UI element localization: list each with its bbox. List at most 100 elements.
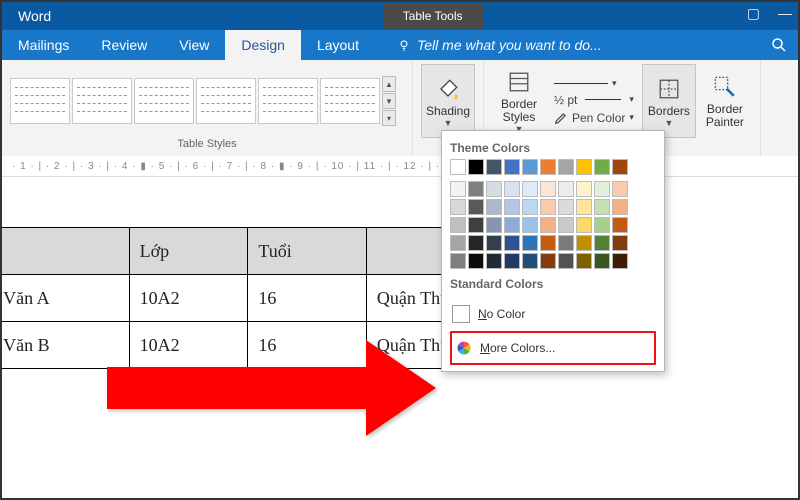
table-cell[interactable]: Tuổi xyxy=(248,228,367,275)
title-bar: Word Table Tools ▢ — xyxy=(2,2,798,30)
search-icon xyxy=(770,36,788,54)
chevron-down-icon[interactable]: ▼ xyxy=(382,93,396,109)
color-swatch[interactable] xyxy=(612,159,628,175)
color-swatch[interactable] xyxy=(594,159,610,175)
color-swatch[interactable] xyxy=(558,253,574,269)
table-style-thumb[interactable] xyxy=(258,78,318,124)
table-style-thumb[interactable] xyxy=(196,78,256,124)
color-swatch[interactable] xyxy=(468,181,484,197)
color-swatch[interactable] xyxy=(540,181,556,197)
color-swatch[interactable] xyxy=(558,235,574,251)
color-swatch[interactable] xyxy=(468,253,484,269)
color-swatch[interactable] xyxy=(522,199,538,215)
chevron-down-icon: ▼ xyxy=(664,118,673,128)
color-swatch[interactable] xyxy=(576,159,592,175)
color-swatch[interactable] xyxy=(522,235,538,251)
pen-color-button[interactable]: Pen Color▾ xyxy=(554,111,634,125)
color-swatch[interactable] xyxy=(540,159,556,175)
color-swatch[interactable] xyxy=(450,181,466,197)
color-swatch[interactable] xyxy=(594,199,610,215)
more-colors-item[interactable]: More Colors... xyxy=(450,331,656,365)
color-swatch[interactable] xyxy=(576,181,592,197)
table-style-thumb[interactable] xyxy=(72,78,132,124)
search-button[interactable] xyxy=(760,30,798,60)
tab-layout[interactable]: Layout xyxy=(301,30,375,60)
table-style-thumb[interactable] xyxy=(134,78,194,124)
color-swatch[interactable] xyxy=(486,253,502,269)
color-swatch[interactable] xyxy=(576,217,592,233)
table-cell[interactable]: Lớp xyxy=(129,228,248,275)
table-style-thumb[interactable] xyxy=(10,78,70,124)
color-swatch[interactable] xyxy=(522,217,538,233)
color-swatch[interactable] xyxy=(558,159,574,175)
color-swatch[interactable] xyxy=(594,181,610,197)
color-swatch[interactable] xyxy=(540,235,556,251)
chevron-up-icon[interactable]: ▲ xyxy=(382,76,396,92)
group-label: Table Styles xyxy=(2,138,412,156)
color-swatch[interactable] xyxy=(450,235,466,251)
color-swatch[interactable] xyxy=(468,217,484,233)
color-swatch[interactable] xyxy=(504,199,520,215)
color-swatch[interactable] xyxy=(486,199,502,215)
color-swatch[interactable] xyxy=(612,253,628,269)
color-swatch[interactable] xyxy=(576,235,592,251)
color-swatch[interactable] xyxy=(504,181,520,197)
color-swatch[interactable] xyxy=(540,199,556,215)
line-style-select[interactable]: ▾ xyxy=(554,78,634,89)
color-swatch[interactable] xyxy=(468,159,484,175)
borders-button[interactable]: Borders ▼ xyxy=(642,64,696,138)
shading-button[interactable]: Shading ▼ xyxy=(421,64,475,138)
table-cell[interactable]: 16 xyxy=(248,275,367,322)
tab-view[interactable]: View xyxy=(163,30,225,60)
color-swatch[interactable] xyxy=(468,235,484,251)
gallery-scroll[interactable]: ▲▼▾ xyxy=(382,76,396,126)
no-color-item[interactable]: No Color xyxy=(450,301,656,327)
color-swatch[interactable] xyxy=(576,199,592,215)
color-swatch[interactable] xyxy=(594,253,610,269)
tab-review[interactable]: Review xyxy=(85,30,163,60)
color-swatch[interactable] xyxy=(504,159,520,175)
color-swatch[interactable] xyxy=(594,235,610,251)
color-swatch[interactable] xyxy=(612,217,628,233)
color-swatch[interactable] xyxy=(612,181,628,197)
color-swatch[interactable] xyxy=(486,181,502,197)
color-swatch[interactable] xyxy=(450,159,466,175)
color-swatch[interactable] xyxy=(504,235,520,251)
color-swatch[interactable] xyxy=(450,217,466,233)
color-swatch[interactable] xyxy=(522,181,538,197)
color-swatch[interactable] xyxy=(540,253,556,269)
color-swatch[interactable] xyxy=(468,199,484,215)
color-swatch[interactable] xyxy=(576,253,592,269)
table-cell[interactable]: yễn Văn A xyxy=(0,275,129,322)
color-swatch[interactable] xyxy=(504,253,520,269)
border-painter-button[interactable]: Border Painter xyxy=(698,64,752,138)
color-swatch[interactable] xyxy=(558,217,574,233)
color-swatch[interactable] xyxy=(612,199,628,215)
color-swatch[interactable] xyxy=(558,199,574,215)
pen-weight-select[interactable]: ½ pt▾ xyxy=(554,93,634,107)
color-swatch[interactable] xyxy=(522,253,538,269)
horizontal-ruler[interactable]: · 1 · | · 2 · | · 3 · | · 4 · ▮ · 5 · | … xyxy=(2,156,798,177)
minimize-icon[interactable]: — xyxy=(778,5,792,22)
color-swatch[interactable] xyxy=(486,235,502,251)
ribbon-options-icon[interactable]: ▢ xyxy=(747,5,760,22)
color-swatch[interactable] xyxy=(450,199,466,215)
tab-mailings[interactable]: Mailings xyxy=(2,30,85,60)
tab-design[interactable]: Design xyxy=(225,30,301,60)
color-swatch[interactable] xyxy=(612,235,628,251)
color-swatch[interactable] xyxy=(486,159,502,175)
border-styles-button[interactable]: Border Styles ▼ xyxy=(492,64,546,138)
color-swatch[interactable] xyxy=(558,181,574,197)
gallery-more-icon[interactable]: ▾ xyxy=(382,110,396,126)
table-styles-gallery[interactable]: ▲▼▾ xyxy=(10,76,396,126)
color-swatch[interactable] xyxy=(504,217,520,233)
tell-me-search[interactable]: Tell me what you want to do... xyxy=(381,30,618,60)
table-cell[interactable]: 10A2 xyxy=(129,275,248,322)
table-cell[interactable] xyxy=(0,228,129,275)
color-swatch[interactable] xyxy=(450,253,466,269)
color-swatch[interactable] xyxy=(540,217,556,233)
color-swatch[interactable] xyxy=(594,217,610,233)
table-style-thumb[interactable] xyxy=(320,78,380,124)
color-swatch[interactable] xyxy=(522,159,538,175)
color-swatch[interactable] xyxy=(486,217,502,233)
